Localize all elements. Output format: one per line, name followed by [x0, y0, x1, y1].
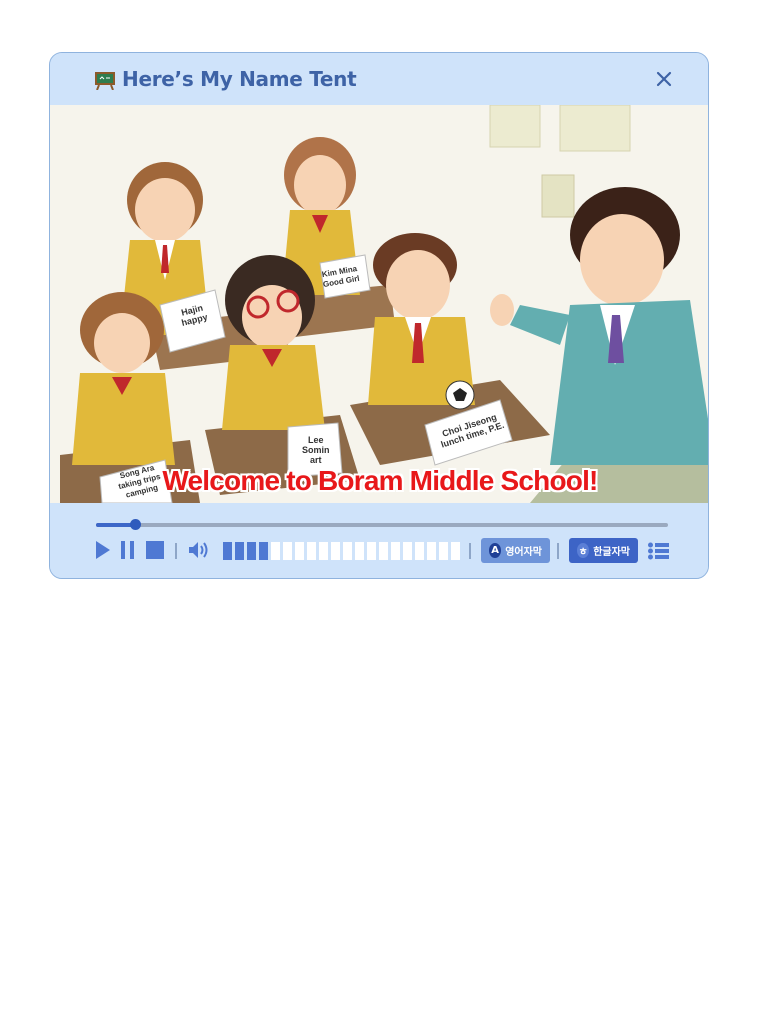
- volume-segment[interactable]: [319, 542, 328, 560]
- progress-bar[interactable]: [96, 519, 668, 530]
- volume-segment[interactable]: [427, 542, 436, 560]
- video-caption: Welcome to Boram Middle School!: [162, 465, 598, 496]
- video-frame[interactable]: Hajin happy Kim Mina Good Girl Lee Somin…: [50, 105, 708, 503]
- speaker-icon[interactable]: [189, 541, 211, 559]
- title-bar: Here’s My Name Tent: [50, 53, 708, 105]
- separator: [175, 543, 177, 559]
- volume-segment[interactable]: [283, 542, 292, 560]
- chalkboard-icon: [95, 72, 115, 90]
- list-icon[interactable]: [648, 542, 669, 560]
- english-subtitle-button[interactable]: A 영어자막: [481, 538, 550, 563]
- classroom-illustration: [50, 105, 708, 503]
- volume-segment[interactable]: [247, 542, 256, 560]
- volume-segment[interactable]: [391, 542, 400, 560]
- player-controls: A 영어자막 ㅎ 한글자막: [50, 503, 708, 578]
- volume-segment[interactable]: [271, 542, 280, 560]
- separator: [469, 543, 471, 559]
- separator: [557, 543, 559, 559]
- name-tent-lee-somin: Lee Somin art: [302, 435, 330, 465]
- korean-subtitle-label: 한글자막: [593, 547, 630, 558]
- stop-icon[interactable]: [146, 541, 164, 559]
- volume-segment[interactable]: [379, 542, 388, 560]
- volume-segment[interactable]: [367, 542, 376, 560]
- korean-subtitle-button[interactable]: ㅎ 한글자막: [569, 538, 638, 563]
- volume-segment[interactable]: [259, 542, 268, 560]
- volume-slider[interactable]: [223, 542, 460, 560]
- close-icon[interactable]: [656, 71, 672, 87]
- progress-handle[interactable]: [129, 519, 141, 530]
- volume-segment[interactable]: [355, 542, 364, 560]
- volume-segment[interactable]: [403, 542, 412, 560]
- play-icon[interactable]: [96, 541, 110, 559]
- volume-segment[interactable]: [439, 542, 448, 560]
- korean-subtitle-badge: ㅎ: [577, 543, 590, 558]
- volume-segment[interactable]: [343, 542, 352, 560]
- window-title: Here’s My Name Tent: [122, 67, 357, 91]
- volume-segment[interactable]: [451, 542, 460, 560]
- volume-segment[interactable]: [415, 542, 424, 560]
- volume-segment[interactable]: [295, 542, 304, 560]
- video-player-window: Here’s My Name Tent Hajin happy Kim Mina…: [49, 52, 709, 579]
- english-subtitle-label: 영어자막: [505, 547, 542, 558]
- pause-icon[interactable]: [121, 541, 134, 559]
- english-subtitle-badge: A: [489, 543, 502, 558]
- volume-segment[interactable]: [223, 542, 232, 560]
- volume-segment[interactable]: [235, 542, 244, 560]
- volume-segment[interactable]: [331, 542, 340, 560]
- volume-segment[interactable]: [307, 542, 316, 560]
